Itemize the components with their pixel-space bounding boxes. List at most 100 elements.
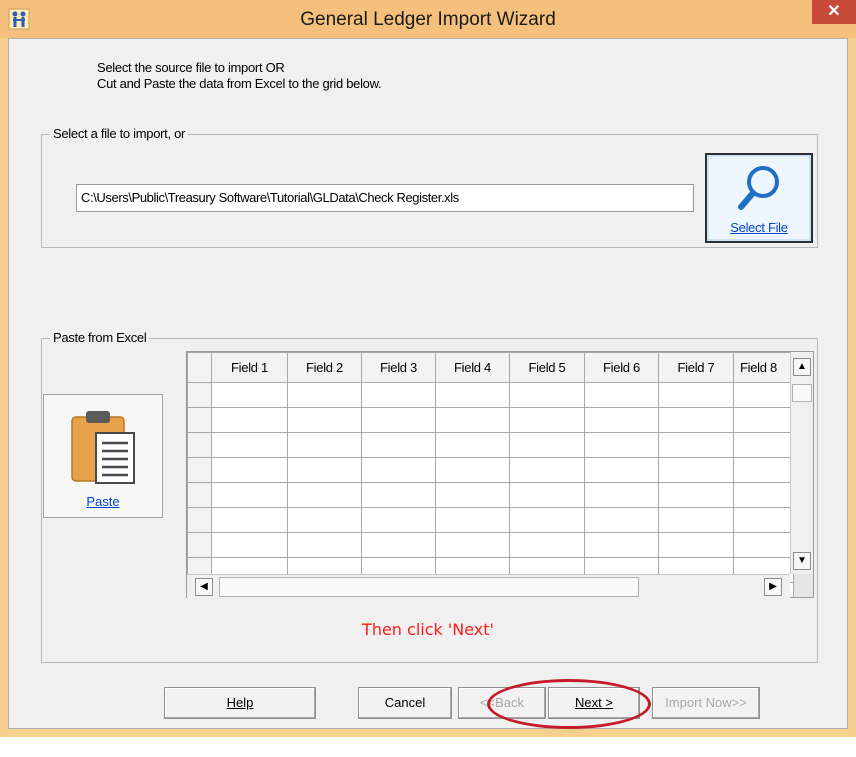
grid-cell[interactable] bbox=[733, 407, 794, 433]
column-header[interactable]: Field 3 bbox=[361, 352, 436, 383]
horizontal-scroll-thumb[interactable] bbox=[219, 577, 639, 597]
row-header[interactable] bbox=[187, 432, 212, 458]
grid-cell[interactable] bbox=[658, 407, 734, 433]
scroll-right-arrow-icon[interactable]: ▶ bbox=[764, 578, 782, 596]
grid-cell[interactable] bbox=[584, 432, 659, 458]
file-select-group: Select a file to import, or C:\Users\Pub… bbox=[41, 126, 818, 248]
vertical-scroll-thumb[interactable] bbox=[792, 384, 812, 402]
grid-cell[interactable] bbox=[287, 432, 362, 458]
grid-cell[interactable] bbox=[211, 457, 288, 483]
grid-cell[interactable] bbox=[361, 532, 436, 558]
grid-cell[interactable] bbox=[435, 482, 510, 508]
grid-cell[interactable] bbox=[658, 482, 734, 508]
excel-grid[interactable]: Field 1 Field 2 Field 3 Field 4 Field 5 … bbox=[186, 351, 814, 598]
grid-cell[interactable] bbox=[658, 382, 734, 408]
grid-vertical-scrollbar[interactable]: ▲ ▼ bbox=[790, 352, 813, 574]
help-button[interactable]: Help bbox=[164, 687, 316, 719]
column-header[interactable]: Field 7 bbox=[658, 352, 734, 383]
grid-cell[interactable] bbox=[658, 457, 734, 483]
grid-corner bbox=[187, 352, 212, 383]
grid-cell[interactable] bbox=[658, 507, 734, 533]
grid-cell[interactable] bbox=[361, 457, 436, 483]
column-header[interactable]: Field 1 bbox=[211, 352, 288, 383]
grid-cell[interactable] bbox=[361, 382, 436, 408]
next-button-label: Next > bbox=[575, 695, 613, 710]
file-group-legend: Select a file to import, or bbox=[50, 126, 189, 141]
scroll-up-arrow-icon[interactable]: ▲ bbox=[793, 358, 811, 376]
next-hint-text: Then click 'Next' bbox=[362, 620, 494, 639]
grid-cell[interactable] bbox=[435, 382, 510, 408]
title-bar[interactable]: General Ledger Import Wizard ✕ bbox=[0, 0, 856, 38]
column-header[interactable]: Field 4 bbox=[435, 352, 510, 383]
grid-cell[interactable] bbox=[435, 532, 510, 558]
grid-row bbox=[187, 457, 794, 483]
grid-cell[interactable] bbox=[211, 532, 288, 558]
grid-cell[interactable] bbox=[509, 507, 585, 533]
grid-cell[interactable] bbox=[509, 382, 585, 408]
paste-group-legend: Paste from Excel bbox=[50, 330, 150, 345]
grid-cell[interactable] bbox=[211, 507, 288, 533]
grid-cell[interactable] bbox=[509, 482, 585, 508]
back-button[interactable]: <<Back bbox=[458, 687, 546, 719]
file-path-field[interactable]: C:\Users\Public\Treasury Software\Tutori… bbox=[76, 184, 694, 212]
grid-cell[interactable] bbox=[287, 482, 362, 508]
grid-cell[interactable] bbox=[509, 407, 585, 433]
close-button[interactable]: ✕ bbox=[812, 0, 856, 24]
grid-cell[interactable] bbox=[509, 432, 585, 458]
grid-cell[interactable] bbox=[733, 507, 794, 533]
grid-cell[interactable] bbox=[658, 532, 734, 558]
window-title: General Ledger Import Wizard bbox=[300, 9, 556, 30]
grid-cell[interactable] bbox=[509, 457, 585, 483]
column-header[interactable]: Field 8 bbox=[733, 352, 794, 383]
row-header[interactable] bbox=[187, 507, 212, 533]
grid-cell[interactable] bbox=[361, 432, 436, 458]
grid-cell[interactable] bbox=[287, 382, 362, 408]
grid-cell[interactable] bbox=[211, 382, 288, 408]
grid-cell[interactable] bbox=[509, 532, 585, 558]
grid-cell[interactable] bbox=[211, 407, 288, 433]
column-header[interactable]: Field 5 bbox=[509, 352, 585, 383]
help-button-label: Help bbox=[226, 695, 254, 710]
grid-cell[interactable] bbox=[435, 457, 510, 483]
paste-button[interactable]: Paste bbox=[43, 394, 163, 518]
grid-cell[interactable] bbox=[584, 482, 659, 508]
grid-cell[interactable] bbox=[361, 482, 436, 508]
grid-cell[interactable] bbox=[435, 407, 510, 433]
row-header[interactable] bbox=[187, 457, 212, 483]
scroll-down-arrow-icon[interactable]: ▼ bbox=[793, 552, 811, 570]
row-header[interactable] bbox=[187, 407, 212, 433]
grid-horizontal-scrollbar[interactable]: ◀ ▶ bbox=[187, 574, 790, 599]
row-header[interactable] bbox=[187, 382, 212, 408]
column-header[interactable]: Field 6 bbox=[584, 352, 659, 383]
grid-cell[interactable] bbox=[733, 457, 794, 483]
grid-cell[interactable] bbox=[584, 507, 659, 533]
import-now-button[interactable]: Import Now>> bbox=[652, 687, 760, 719]
grid-cell[interactable] bbox=[435, 507, 510, 533]
grid-cell[interactable] bbox=[658, 432, 734, 458]
grid-cell[interactable] bbox=[733, 532, 794, 558]
grid-cell[interactable] bbox=[733, 432, 794, 458]
grid-cell[interactable] bbox=[287, 407, 362, 433]
grid-cell[interactable] bbox=[584, 457, 659, 483]
grid-cell[interactable] bbox=[584, 407, 659, 433]
grid-cell[interactable] bbox=[361, 507, 436, 533]
grid-cell[interactable] bbox=[733, 482, 794, 508]
grid-cell[interactable] bbox=[361, 407, 436, 433]
grid-cell[interactable] bbox=[287, 532, 362, 558]
grid-cell[interactable] bbox=[211, 432, 288, 458]
grid-cell[interactable] bbox=[211, 482, 288, 508]
grid-cell[interactable] bbox=[287, 507, 362, 533]
grid-cell[interactable] bbox=[584, 382, 659, 408]
select-file-button[interactable]: Select File bbox=[705, 153, 813, 243]
instruction-line-2: Cut and Paste the data from Excel to the… bbox=[97, 76, 382, 91]
grid-cell[interactable] bbox=[584, 532, 659, 558]
grid-cell[interactable] bbox=[287, 457, 362, 483]
scroll-left-arrow-icon[interactable]: ◀ bbox=[195, 578, 213, 596]
grid-cell[interactable] bbox=[733, 382, 794, 408]
cancel-button[interactable]: Cancel bbox=[358, 687, 452, 719]
grid-cell[interactable] bbox=[435, 432, 510, 458]
next-button[interactable]: Next > bbox=[548, 687, 640, 719]
column-header[interactable]: Field 2 bbox=[287, 352, 362, 383]
row-header[interactable] bbox=[187, 482, 212, 508]
row-header[interactable] bbox=[187, 532, 212, 558]
